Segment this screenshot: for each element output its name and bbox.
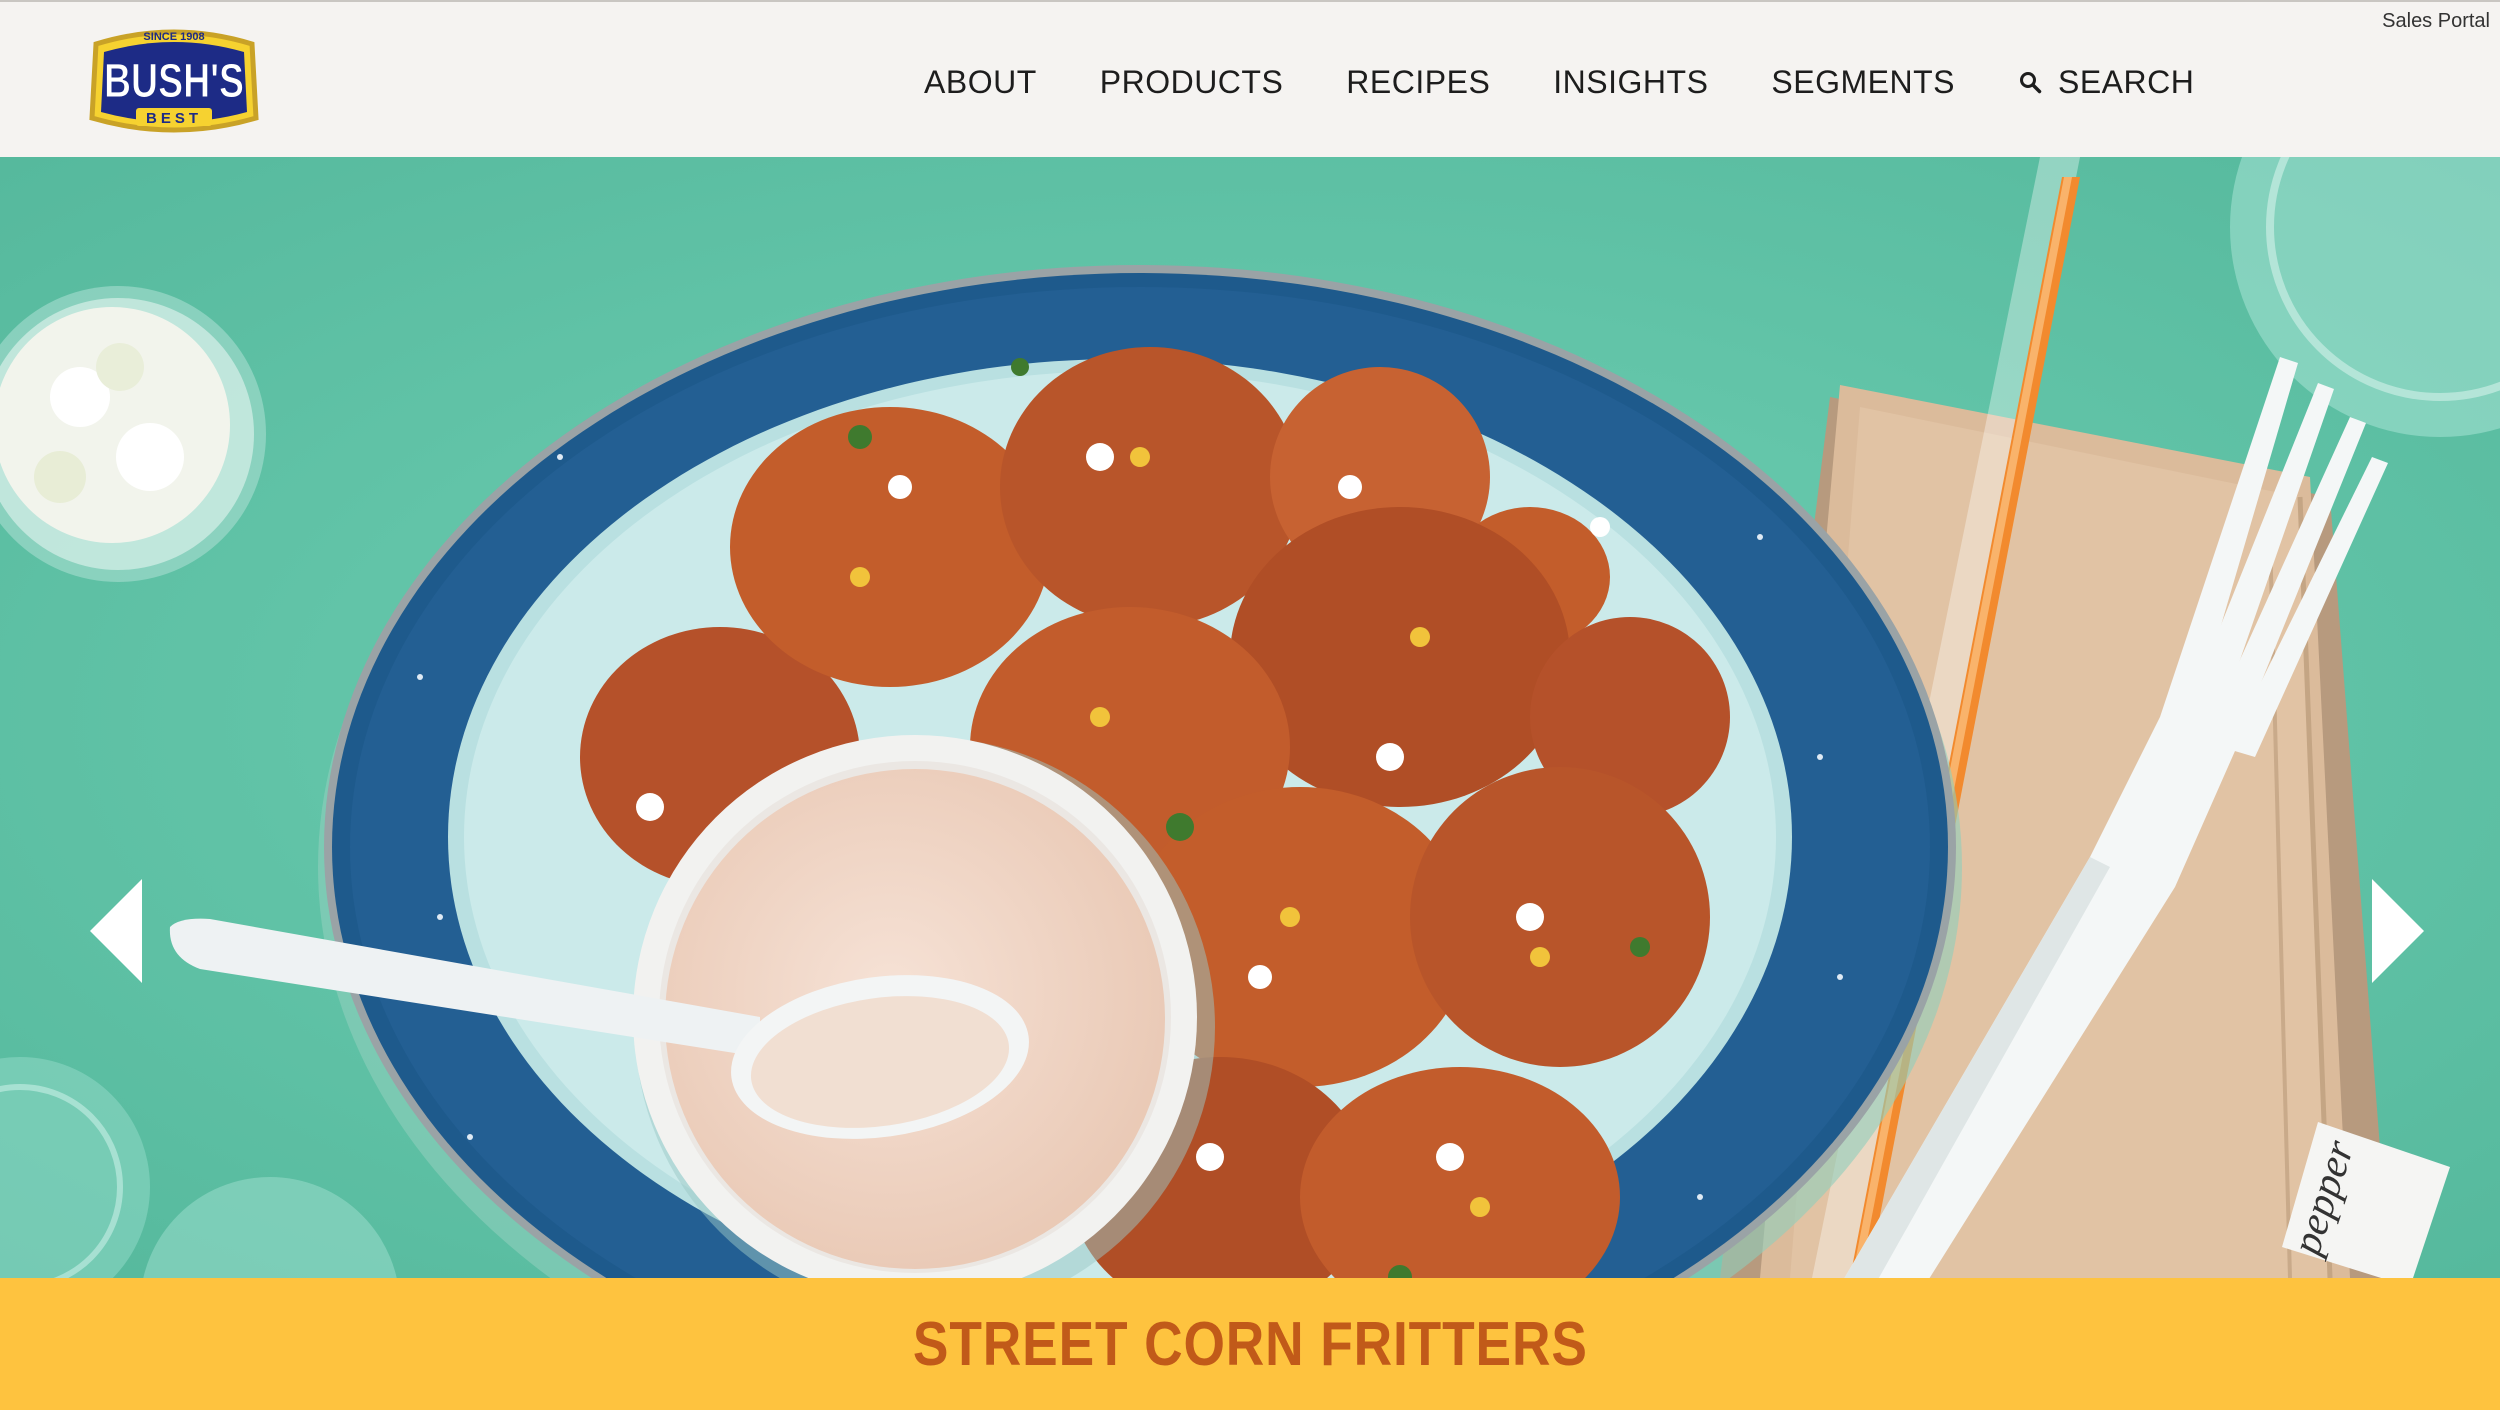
logo-best-text: BEST: [146, 110, 202, 127]
nav-products[interactable]: PRODUCTS: [1100, 64, 1284, 101]
nav-recipes[interactable]: RECIPES: [1346, 64, 1490, 101]
logo-since-text: SINCE 1908: [143, 31, 204, 43]
recipe-caption-band[interactable]: STREET CORN FRITTERS: [0, 1278, 2500, 1410]
bushs-best-logo[interactable]: SINCE 1908 BUSH'S BEST: [74, 24, 274, 138]
arrow-right-icon: [2372, 879, 2424, 983]
nav-insights[interactable]: INSIGHTS: [1553, 64, 1708, 101]
hero-food-image: pepper: [0, 157, 2500, 1278]
carousel-prev-button[interactable]: [86, 877, 146, 985]
hero-carousel: pepper: [0, 157, 2500, 1278]
site-header: Sales Portal SINCE 1908 BUSH'S BEST ABOU…: [0, 0, 2500, 157]
recipe-title[interactable]: STREET CORN FRITTERS: [913, 1309, 1588, 1380]
logo-main-text: BUSH'S: [104, 55, 244, 108]
carousel-next-button[interactable]: [2368, 877, 2428, 985]
nav-search[interactable]: SEARCH: [2018, 64, 2194, 101]
nav-segments[interactable]: SEGMENTS: [1771, 64, 1955, 101]
sales-portal-link[interactable]: Sales Portal: [2382, 10, 2490, 33]
main-nav: ABOUT PRODUCTS RECIPES INSIGHTS SEGMENTS…: [924, 58, 2194, 106]
nav-about[interactable]: ABOUT: [924, 64, 1037, 101]
nav-search-label: SEARCH: [2057, 63, 2195, 100]
search-icon: [2019, 72, 2042, 94]
arrow-left-icon: [90, 879, 142, 983]
